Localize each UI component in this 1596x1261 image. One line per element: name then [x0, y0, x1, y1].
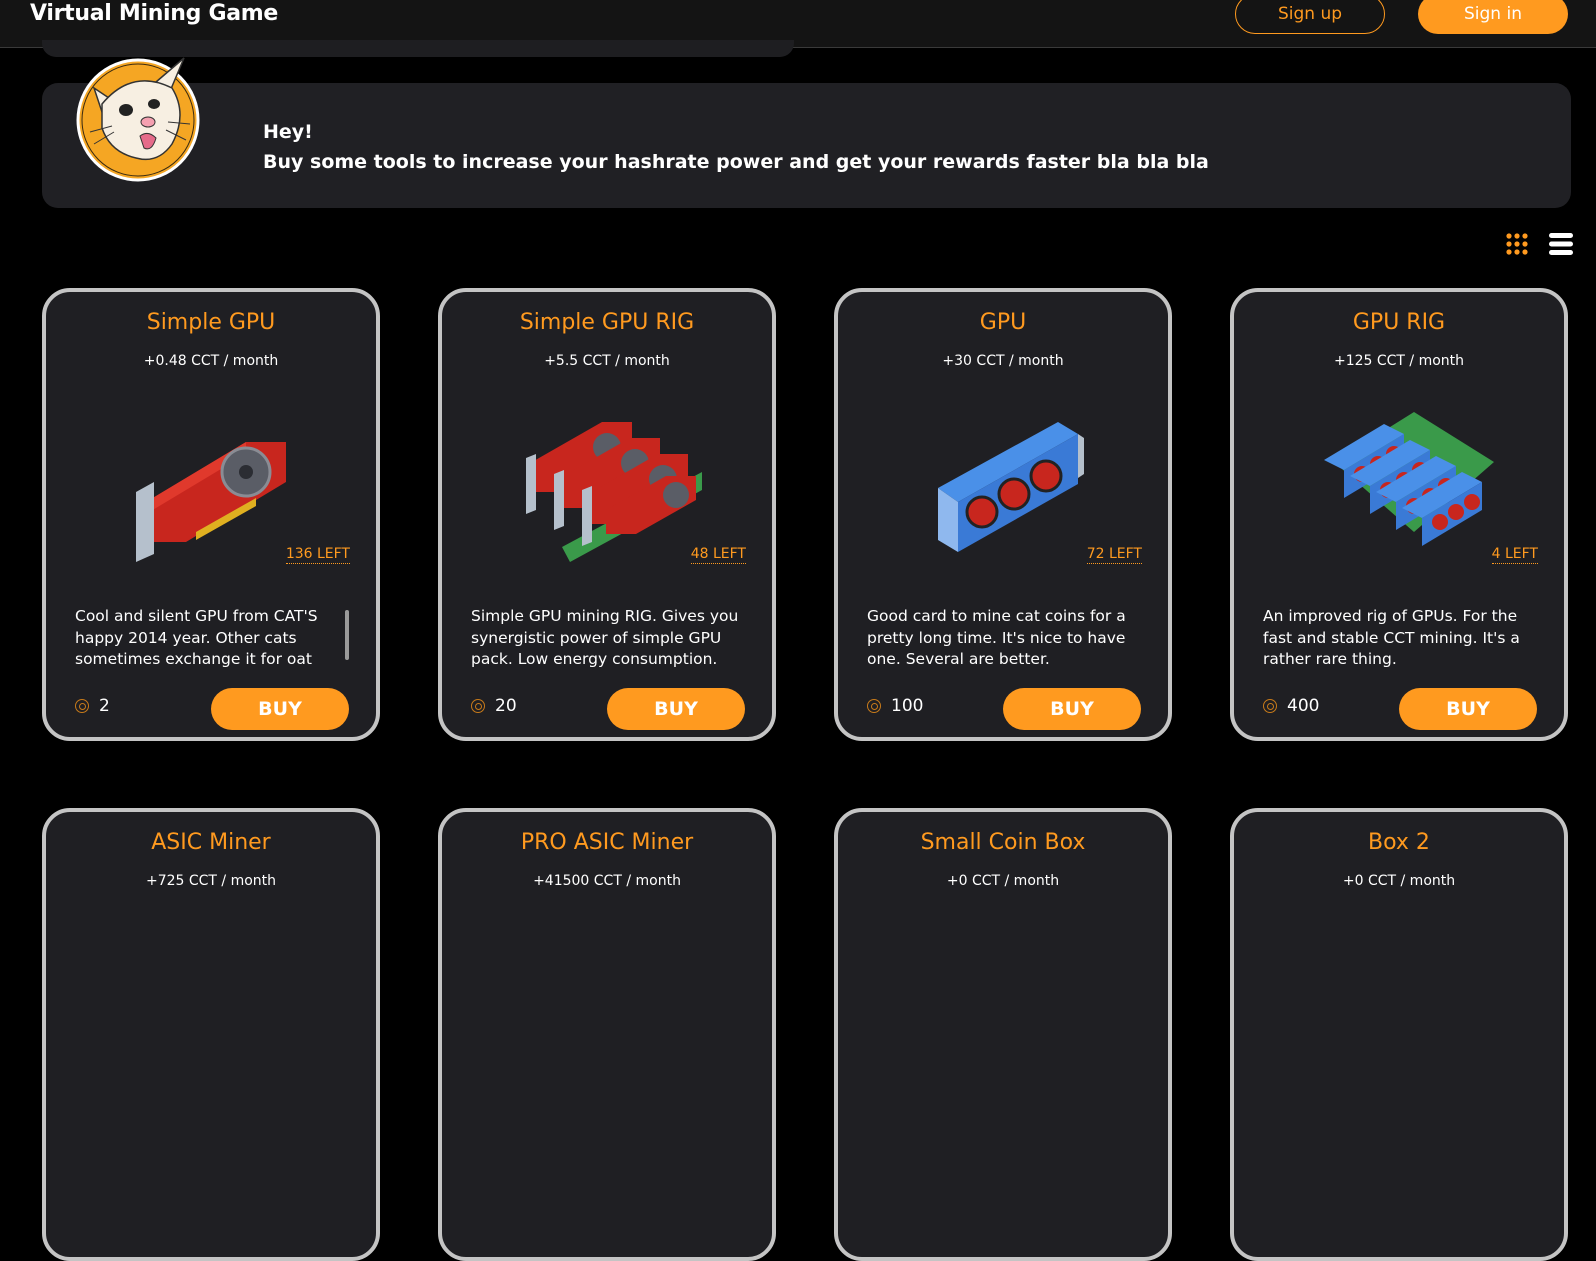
card-rate: +0 CCT / month — [1342, 873, 1456, 889]
card-rate: +125 CCT / month — [1333, 353, 1465, 369]
card-title: GPU RIG — [1352, 310, 1446, 335]
card-rate: +0.48 CCT / month — [143, 353, 279, 369]
card-description[interactable]: Simple GPU mining RIG. Gives you synergi… — [471, 606, 741, 672]
signup-button[interactable]: Sign up — [1235, 0, 1385, 34]
stock-left: 72 LEFT — [1086, 546, 1142, 564]
product-card-gpu-rig: GPU RIG +125 CCT / month 4 LEFT An impro… — [1230, 288, 1568, 741]
list-icon[interactable] — [1548, 232, 1574, 256]
price-value: 100 — [891, 696, 924, 716]
card-description[interactable]: Good card to mine cat coins for a pretty… — [867, 606, 1137, 672]
gpu-rig-image — [1324, 412, 1494, 546]
card-title: Simple GPU RIG — [519, 310, 695, 335]
product-card-pro-asic-miner: PRO ASIC Miner +41500 CCT / month — [438, 808, 776, 1261]
app-title[interactable]: Virtual Mining Game — [30, 0, 278, 28]
card-price: 2 — [75, 696, 110, 716]
card-title: GPU — [979, 310, 1027, 335]
product-card-small-coin-box: Small Coin Box +0 CCT / month — [834, 808, 1172, 1261]
card-rate: +41500 CCT / month — [533, 873, 681, 889]
price-value: 20 — [495, 696, 517, 716]
card-title: Box 2 — [1368, 830, 1430, 855]
gpu-image — [136, 442, 286, 562]
stock-left: 4 LEFT — [1491, 546, 1538, 564]
buy-button[interactable]: BUY — [1003, 688, 1141, 730]
buy-button[interactable]: BUY — [607, 688, 745, 730]
card-rate: +725 CCT / month — [145, 873, 277, 889]
product-card-box-2: Box 2 +0 CCT / month — [1230, 808, 1568, 1261]
card-rate: +30 CCT / month — [942, 353, 1064, 369]
card-title: PRO ASIC Miner — [520, 830, 694, 855]
gpu-image — [938, 422, 1084, 552]
product-card-simple-gpu-rig: Simple GPU RIG +5.5 CCT / month 48 LEFT … — [438, 288, 776, 741]
description-scrollbar[interactable] — [345, 610, 349, 660]
signin-button[interactable]: Sign in — [1418, 0, 1568, 34]
banner-message: Buy some tools to increase your hashrate… — [263, 151, 1209, 173]
info-banner: Hey! Buy some tools to increase your has… — [42, 83, 1571, 208]
card-rate: +0 CCT / month — [946, 873, 1060, 889]
banner-text: Hey! Buy some tools to increase your has… — [263, 117, 1209, 177]
card-title: Simple GPU — [146, 310, 276, 335]
coin-icon — [471, 699, 485, 713]
card-price: 20 — [471, 696, 517, 716]
price-value: 400 — [1287, 696, 1320, 716]
card-rate: +5.5 CCT / month — [544, 353, 670, 369]
grid-dots-icon[interactable] — [1505, 232, 1529, 256]
card-title: ASIC Miner — [151, 830, 271, 855]
coin-icon — [1263, 699, 1277, 713]
card-price: 100 — [867, 696, 923, 716]
banner-greeting: Hey! — [263, 121, 313, 143]
stock-left: 136 LEFT — [285, 546, 350, 564]
product-card-gpu: GPU +30 CCT / month 72 LEFT Good card to… — [834, 288, 1172, 741]
coin-icon — [75, 699, 89, 713]
buy-button[interactable]: BUY — [211, 688, 349, 730]
product-card-asic-miner: ASIC Miner +725 CCT / month — [42, 808, 380, 1261]
card-description[interactable]: Cool and silent GPU from CAT'S happy 201… — [75, 606, 345, 672]
coin-icon — [867, 699, 881, 713]
price-value: 2 — [99, 696, 110, 716]
cat-avatar — [76, 57, 200, 182]
card-title: Small Coin Box — [920, 830, 1086, 855]
card-price: 400 — [1263, 696, 1319, 716]
product-card-simple-gpu: Simple GPU +0.48 CCT / month 136 LEFT Co… — [42, 288, 380, 741]
gpu-rig-image — [526, 422, 702, 562]
card-description[interactable]: An improved rig of GPUs. For the fast an… — [1263, 606, 1533, 672]
buy-button[interactable]: BUY — [1399, 688, 1537, 730]
stock-left: 48 LEFT — [690, 546, 746, 564]
